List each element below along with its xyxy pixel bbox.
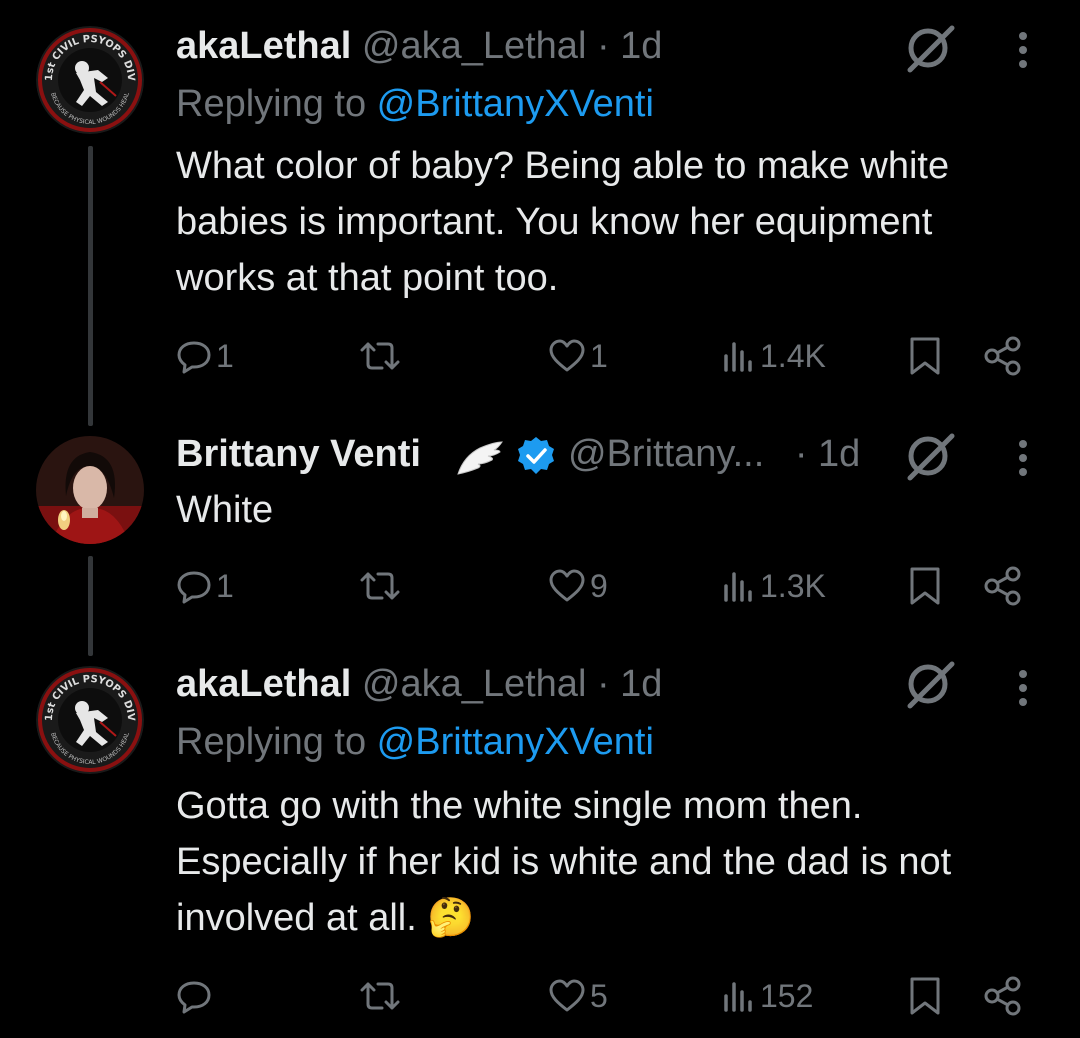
- share-button[interactable]: [984, 564, 1022, 608]
- tweet-text: What color of baby? Being able to make w…: [176, 145, 950, 299]
- repost-button[interactable]: [358, 564, 406, 608]
- views-icon: [724, 572, 752, 602]
- avatar-aka-lethal[interactable]: 1st CIVIL PSYOPS DIV BECAUSE PHYSICAL WO…: [36, 26, 144, 134]
- like-button[interactable]: 9: [548, 564, 608, 608]
- like-count: 5: [590, 977, 608, 1014]
- more-icon[interactable]: [1008, 434, 1038, 484]
- bookmark-button[interactable]: [908, 334, 942, 378]
- tweet-header: Brittany Venti: [176, 432, 421, 476]
- display-name[interactable]: Brittany Venti: [176, 433, 421, 475]
- handle[interactable]: @Brittany...: [568, 433, 764, 475]
- views-button[interactable]: 1.4K: [722, 334, 826, 378]
- bookmark-button[interactable]: [908, 564, 942, 608]
- handle[interactable]: @aka_Lethal: [362, 25, 587, 67]
- tweet-text: White: [176, 489, 274, 531]
- repost-button[interactable]: [358, 334, 406, 378]
- reply-icon: [177, 571, 211, 604]
- repost-button[interactable]: [358, 974, 406, 1018]
- like-count: 9: [590, 567, 608, 604]
- replying-prefix: Replying to: [176, 721, 377, 763]
- action-bar: 5 152: [176, 974, 1036, 1018]
- repost-icon: [360, 572, 400, 600]
- timestamp[interactable]: · 1d: [795, 433, 860, 475]
- views-icon: [724, 342, 752, 372]
- bookmark-icon: [910, 337, 940, 375]
- tweet-text: Gotta go with the white single mom then.…: [176, 785, 952, 939]
- like-count: 1: [590, 337, 608, 374]
- replying-prefix: Replying to: [176, 83, 377, 125]
- like-button[interactable]: 5: [548, 974, 608, 1018]
- verified-badge-icon[interactable]: [514, 434, 558, 478]
- share-icon: [984, 336, 1021, 376]
- reply-count: 1: [216, 337, 234, 374]
- thread-connector-line: [88, 146, 93, 426]
- views-button[interactable]: 152: [722, 974, 813, 1018]
- views-count: 1.4K: [760, 337, 826, 374]
- wings-emoji-icon: [454, 438, 504, 478]
- share-button[interactable]: [984, 334, 1022, 378]
- repost-icon: [360, 342, 400, 370]
- reply-icon: [177, 341, 211, 374]
- share-button[interactable]: [984, 974, 1022, 1018]
- share-icon: [984, 566, 1021, 606]
- bookmark-icon: [910, 567, 940, 605]
- grok-icon[interactable]: [902, 428, 958, 484]
- replying-to-link[interactable]: @BrittanyXVenti: [377, 83, 654, 125]
- tweet-meta: @Brittany... · 1d: [568, 432, 860, 476]
- tweet-header: akaLethal @aka_Lethal · 1d: [176, 24, 662, 68]
- grok-icon[interactable]: [902, 656, 958, 712]
- reply-button[interactable]: [176, 974, 216, 1018]
- action-bar: 1 1 1.4K: [176, 334, 1036, 378]
- timestamp[interactable]: · 1d: [597, 663, 662, 705]
- bookmark-button[interactable]: [908, 974, 942, 1018]
- avatar-brittany-venti[interactable]: [36, 436, 144, 544]
- repost-icon: [360, 982, 400, 1010]
- grok-icon[interactable]: [902, 20, 958, 76]
- tweet-header: akaLethal @aka_Lethal · 1d: [176, 662, 662, 706]
- views-count: 152: [760, 977, 814, 1014]
- timestamp[interactable]: · 1d: [597, 25, 662, 67]
- handle[interactable]: @aka_Lethal: [362, 663, 587, 705]
- more-icon[interactable]: [1008, 664, 1038, 714]
- avatar-aka-lethal[interactable]: 1st CIVIL PSYOPS DIV BECAUSE PHYSICAL WO…: [36, 666, 144, 774]
- reply-icon: [177, 981, 211, 1014]
- display-name[interactable]: akaLethal: [176, 25, 351, 67]
- replying-to: Replying to @BrittanyXVenti: [176, 720, 654, 764]
- reply-button[interactable]: 1: [176, 334, 234, 378]
- share-icon: [984, 976, 1021, 1016]
- display-name[interactable]: akaLethal: [176, 663, 351, 705]
- like-button[interactable]: 1: [548, 334, 608, 378]
- like-icon: [549, 339, 585, 372]
- reply-count: 1: [216, 567, 234, 604]
- like-icon: [549, 979, 585, 1012]
- replying-to: Replying to @BrittanyXVenti: [176, 82, 654, 126]
- replying-to-link[interactable]: @BrittanyXVenti: [377, 721, 654, 763]
- more-icon[interactable]: [1008, 26, 1038, 76]
- views-icon: [724, 982, 752, 1012]
- views-count: 1.3K: [760, 567, 826, 604]
- bookmark-icon: [910, 977, 940, 1015]
- thread-connector-line: [88, 556, 93, 656]
- action-bar: 1 9 1.3K: [176, 564, 1036, 608]
- reply-button[interactable]: 1: [176, 564, 234, 608]
- like-icon: [549, 569, 585, 602]
- views-button[interactable]: 1.3K: [722, 564, 826, 608]
